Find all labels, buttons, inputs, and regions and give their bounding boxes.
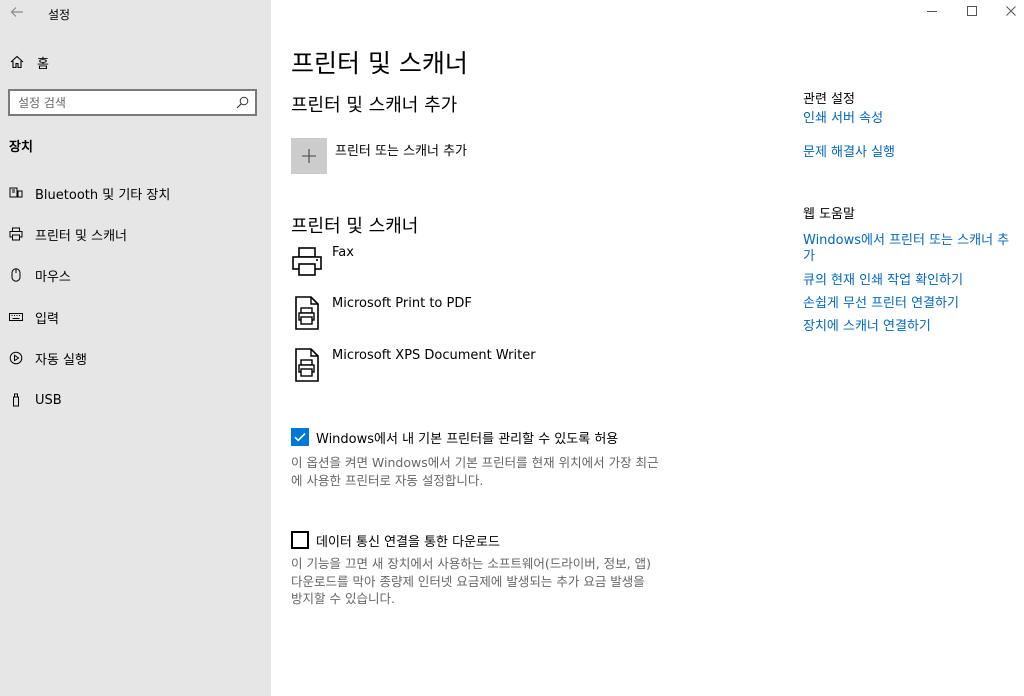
help-link-connect-scanner[interactable]: 장치에 스캐너 연결하기	[803, 319, 1018, 335]
sidebar-item-label: 홈	[37, 56, 49, 72]
search-input[interactable]	[10, 91, 220, 114]
sidebar-item-label: Bluetooth 및 기타 장치	[35, 187, 171, 203]
plus-icon	[291, 138, 327, 174]
description-line: 이 옵션을 켜면 Windows에서 기본 프린터를 현재 위치에서 가장 최근	[291, 455, 659, 470]
minimize-icon[interactable]	[923, 4, 941, 22]
printer-name: Microsoft XPS Document Writer	[332, 348, 536, 363]
bluetooth-devices-icon	[9, 186, 23, 200]
sidebar-item-label: 입력	[35, 311, 59, 327]
sidebar-item-autoplay[interactable]: 자동 실행	[9, 347, 87, 369]
section-label: 장치	[9, 140, 33, 155]
sidebar-item-label: 프린터 및 스캐너	[35, 228, 127, 244]
sidebar-item-label: USB	[35, 392, 62, 408]
search-icon[interactable]	[236, 96, 249, 109]
document-printer-icon	[291, 348, 323, 382]
page-title: 프린터 및 스캐너	[291, 49, 468, 78]
sidebar-item-printers[interactable]: 프린터 및 스캐너	[9, 223, 127, 245]
printer-name: Microsoft Print to PDF	[332, 296, 472, 311]
metered-download-checkbox[interactable]	[291, 531, 309, 549]
search-box[interactable]	[8, 89, 257, 116]
sidebar-item-usb[interactable]: USB	[9, 389, 62, 411]
fax-printer-icon	[291, 245, 323, 279]
metered-download-label: 데이터 통신 연결을 통한 다운로드	[316, 534, 500, 550]
run-troubleshooter-link[interactable]: 문제 해결사 실행	[803, 145, 1018, 161]
maximize-icon[interactable]	[963, 4, 981, 22]
related-settings-heading: 관련 설정	[803, 92, 855, 107]
sidebar-item-input[interactable]: 입력	[9, 306, 59, 328]
sidebar-item-label: 자동 실행	[35, 352, 87, 368]
description-line: 방지할 수 있습니다.	[291, 591, 395, 606]
metered-download-description: 이 기능을 끄면 새 장치에서 사용하는 소프트웨어(드라이버, 정보, 앱) …	[291, 555, 681, 608]
metered-download-toggle[interactable]: 데이터 통신 연결을 통한 다운로드	[291, 530, 500, 550]
sidebar-item-label: 마우스	[35, 269, 71, 285]
usb-icon	[9, 393, 23, 407]
sidebar-item-home[interactable]: 홈	[9, 52, 49, 72]
keyboard-icon	[9, 310, 23, 324]
print-server-properties-link[interactable]: 인쇄 서버 속성	[803, 111, 1018, 127]
description-line: 에 사용한 프린터로 자동 설정합니다.	[291, 472, 484, 488]
help-link-wireless-printer[interactable]: 손쉽게 무선 프린터 연결하기	[803, 296, 1018, 312]
add-printer-label: 프린터 또는 스캐너 추가	[335, 144, 467, 159]
autoplay-icon	[9, 351, 23, 365]
mouse-icon	[9, 268, 23, 282]
manage-default-printer-toggle[interactable]: Windows에서 내 기본 프린터를 관리할 수 있도록 허용	[291, 427, 618, 447]
sidebar-item-mouse[interactable]: 마우스	[9, 264, 71, 286]
back-arrow-icon[interactable]	[8, 4, 26, 22]
printer-name: Fax	[332, 245, 354, 260]
manage-default-description: 이 옵션을 켜면 Windows에서 기본 프린터를 현재 위치에서 가장 최근…	[291, 454, 681, 489]
help-link-print-queue[interactable]: 큐의 현재 인쇄 작업 확인하기	[803, 273, 1018, 289]
document-printer-icon	[291, 296, 323, 330]
description-line: 이 기능을 끄면 새 장치에서 사용하는 소프트웨어(드라이버, 정보, 앱)	[291, 556, 651, 571]
app-title: 설정	[48, 8, 71, 22]
printer-item-fax[interactable]: Fax	[291, 245, 354, 281]
checkmark-icon	[294, 433, 306, 442]
printer-icon	[9, 227, 23, 241]
add-printer-button[interactable]: 프린터 또는 스캐너 추가	[291, 138, 467, 174]
printers-section-title: 프린터 및 스캐너	[291, 216, 419, 237]
web-help-heading: 웹 도움말	[803, 207, 855, 222]
printer-item-pdf[interactable]: Microsoft Print to PDF	[291, 296, 472, 332]
close-icon[interactable]	[1002, 4, 1020, 22]
manage-default-label: Windows에서 내 기본 프린터를 관리할 수 있도록 허용	[316, 431, 619, 447]
sidebar: 설정 홈 장치 Bluetooth 및 기타 장치 프린터 및 스캐너 마우스	[0, 0, 271, 696]
manage-default-checkbox[interactable]	[291, 428, 309, 446]
help-link-add-printer[interactable]: Windows에서 프린터 또는 스캐너 추가	[803, 233, 1018, 265]
home-icon	[9, 54, 25, 70]
sidebar-item-bluetooth[interactable]: Bluetooth 및 기타 장치	[9, 182, 170, 204]
printer-item-xps[interactable]: Microsoft XPS Document Writer	[291, 348, 536, 384]
add-section-title: 프린터 및 스캐너 추가	[291, 95, 458, 116]
description-line: 다운로드를 막아 종량제 인터넷 요금제에 발생되는 추가 요금 발생을	[291, 573, 645, 589]
